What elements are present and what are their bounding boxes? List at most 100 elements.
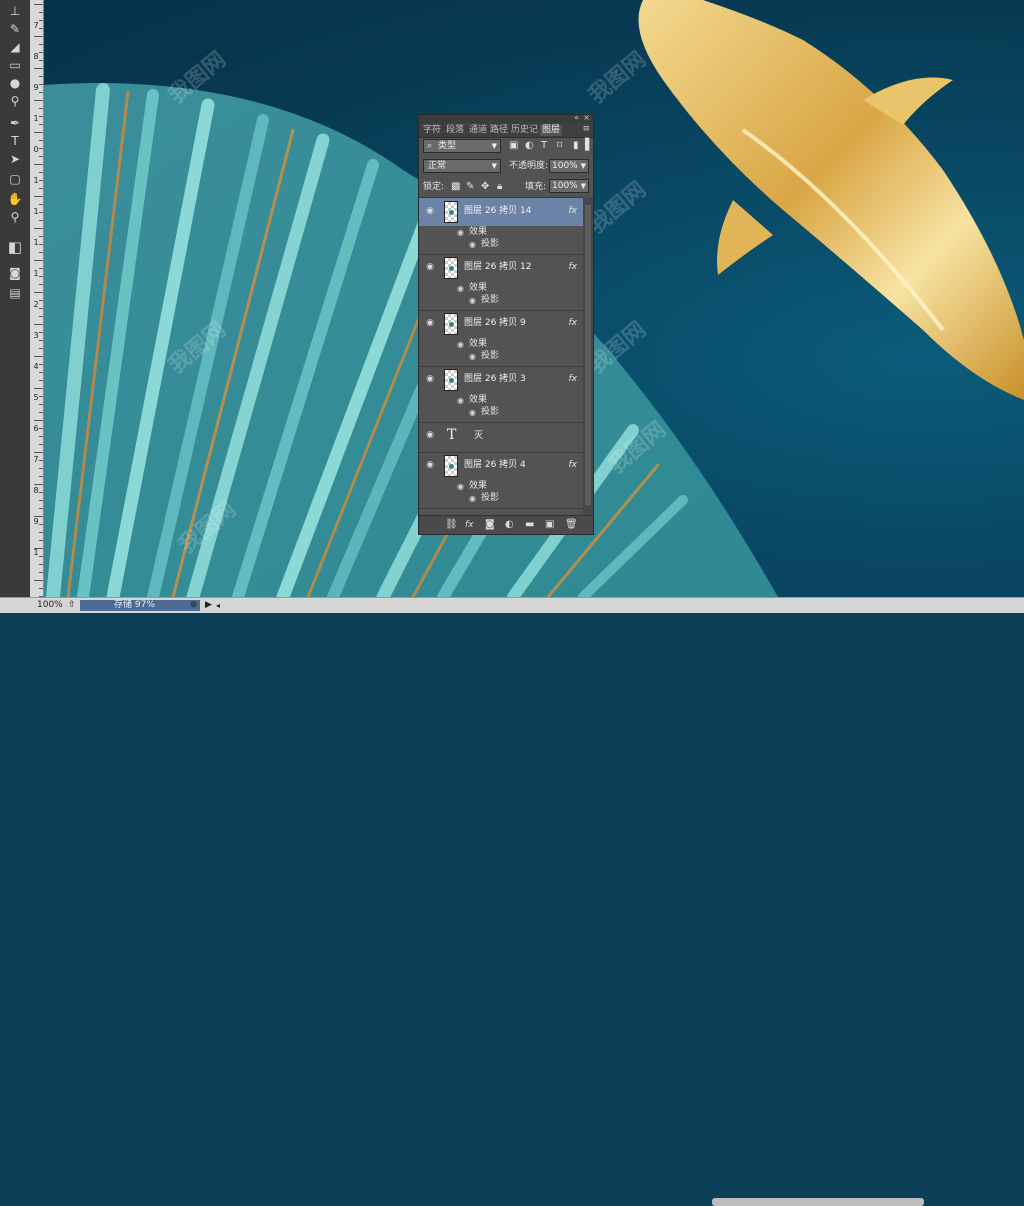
link-layers-icon[interactable]: ⛓ xyxy=(445,519,458,531)
layer-main[interactable]: ◉ 图层 26 拷贝 12 fx xyxy=(419,254,583,282)
fx-icon[interactable]: fx xyxy=(569,205,578,217)
effects-eye-icon[interactable]: ◉ xyxy=(457,227,464,238)
ruler-tick xyxy=(39,308,43,309)
panel-titlebar[interactable]: « × xyxy=(419,115,593,123)
layers-scrollbar[interactable] xyxy=(583,197,593,515)
fx-icon[interactable]: fx xyxy=(569,261,578,273)
zoom-level[interactable]: 100% xyxy=(37,598,63,613)
screen-mode-icon[interactable]: ▤ xyxy=(5,284,25,302)
zoom-tool-icon[interactable]: ⚲ xyxy=(5,208,25,226)
lock-transparent-icon[interactable]: ▩ xyxy=(451,181,460,193)
effect-eye-icon[interactable]: ◉ xyxy=(469,351,476,362)
tab-channels[interactable]: 通道 xyxy=(469,125,487,136)
ruler-tick xyxy=(39,436,43,437)
effect-eye-icon[interactable]: ◉ xyxy=(469,493,476,504)
tab-character[interactable]: 字符 xyxy=(423,125,441,136)
shape-tool-icon[interactable]: ▢ xyxy=(5,170,25,188)
delete-layer-icon[interactable]: 🗑︎ xyxy=(565,519,578,531)
ruler-tick xyxy=(39,156,43,157)
path-select-icon[interactable]: ➤ xyxy=(5,150,25,168)
type-tool-icon[interactable]: ⊥ xyxy=(5,2,25,20)
panel-menu-icon[interactable]: ≡ xyxy=(582,124,590,134)
filter-kind-select[interactable]: ⌕ 类型 ▼ xyxy=(423,139,501,153)
ruler-tick xyxy=(34,164,43,165)
fx-icon[interactable]: fx xyxy=(569,317,578,329)
ruler-tick xyxy=(34,292,43,293)
visibility-eye-icon[interactable]: ◉ xyxy=(424,262,436,272)
visibility-eye-icon[interactable]: ◉ xyxy=(424,460,436,470)
filter-smart-object-icon[interactable]: ▮ xyxy=(573,140,579,152)
new-layer-icon[interactable]: ▣ xyxy=(545,519,554,531)
visibility-eye-icon[interactable]: ◉ xyxy=(424,374,436,384)
filter-image-icon[interactable]: ▣ xyxy=(509,140,518,152)
effect-eye-icon[interactable]: ◉ xyxy=(469,239,476,250)
filter-adjustment-icon[interactable]: ◐ xyxy=(525,140,534,152)
pen-tool-icon[interactable]: ✒ xyxy=(5,114,25,132)
share-icon[interactable]: ⇧ xyxy=(68,598,76,613)
layer-main[interactable]: ◉ 图层 26 拷贝 14 fx xyxy=(419,198,583,226)
fx-icon[interactable]: fx xyxy=(569,373,578,385)
effect-eye-icon[interactable]: ◉ xyxy=(469,407,476,418)
color-swatches[interactable]: ◧ xyxy=(5,238,25,256)
layer-row[interactable]: ◉ 图层 26 拷贝 4 fx ◉ 效果 ◉ 投影 xyxy=(419,452,583,509)
text-layer-row[interactable]: ◉ T 灭 xyxy=(419,422,583,453)
effect-drop-shadow[interactable]: 投影 xyxy=(481,295,499,306)
chevron-down-icon: ▼ xyxy=(581,160,586,172)
close-icon[interactable]: ⊗ xyxy=(190,598,198,613)
eraser-icon[interactable]: ◢ xyxy=(5,38,25,56)
layer-row[interactable]: ◉ 图层 26 拷贝 3 fx ◉ 效果 ◉ 投影 xyxy=(419,366,583,423)
scroll-left-icon[interactable]: ◂ xyxy=(216,598,220,613)
dodge-icon[interactable]: ⚲ xyxy=(5,92,25,110)
layer-row[interactable]: ◉ 图层 26 拷贝 9 fx ◉ 效果 ◉ 投影 xyxy=(419,310,583,367)
close-icon[interactable]: × xyxy=(583,113,590,122)
layer-main[interactable]: ◉ 图层 26 拷贝 4 fx xyxy=(419,452,583,480)
effects-eye-icon[interactable]: ◉ xyxy=(457,481,464,492)
effects-eye-icon[interactable]: ◉ xyxy=(457,283,464,294)
ruler-tick xyxy=(39,116,43,117)
hand-tool-icon[interactable]: ✋ xyxy=(5,190,25,208)
lock-position-icon[interactable]: ✥ xyxy=(481,181,489,193)
filter-shape-icon[interactable]: ⌑ xyxy=(557,140,562,152)
layer-main[interactable]: ◉ 图层 26 拷贝 9 fx xyxy=(419,310,583,338)
tab-paragraph[interactable]: 段落 xyxy=(446,125,464,136)
effect-drop-shadow[interactable]: 投影 xyxy=(481,351,499,362)
quick-mask-icon[interactable]: ◙ xyxy=(5,264,25,282)
visibility-eye-icon[interactable]: ◉ xyxy=(424,206,436,216)
collapse-icon[interactable]: « xyxy=(574,113,579,122)
lock-pixels-icon[interactable]: ✎ xyxy=(466,181,474,193)
visibility-eye-icon[interactable]: ◉ xyxy=(424,318,436,328)
effect-drop-shadow[interactable]: 投影 xyxy=(481,239,499,250)
effect-drop-shadow[interactable]: 投影 xyxy=(481,493,499,504)
play-icon[interactable]: ▶ xyxy=(205,598,212,613)
rectangle-tool-icon[interactable]: ▭ xyxy=(5,56,25,74)
blend-mode-select[interactable]: 正常 ▼ xyxy=(423,159,501,173)
new-group-icon[interactable]: ▬ xyxy=(525,519,534,531)
effects-eye-icon[interactable]: ◉ xyxy=(457,339,464,350)
adjustment-layer-icon[interactable]: ◐ xyxy=(505,519,514,531)
visibility-eye-icon[interactable]: ◉ xyxy=(424,430,436,440)
document-info[interactable]: 存储 97% xyxy=(80,600,200,611)
opacity-input[interactable]: 100% ▼ xyxy=(549,159,589,173)
effects-eye-icon[interactable]: ◉ xyxy=(457,395,464,406)
fx-icon[interactable]: fx xyxy=(569,459,578,471)
tab-layers[interactable]: 图层 xyxy=(540,125,562,136)
fill-input[interactable]: 100% ▼ xyxy=(549,179,589,193)
add-mask-icon[interactable]: ◙ xyxy=(485,519,495,531)
layer-main[interactable]: ◉ 图层 26 拷贝 3 fx xyxy=(419,366,583,394)
text-tool-icon[interactable]: T xyxy=(5,132,25,150)
effect-drop-shadow[interactable]: 投影 xyxy=(481,407,499,418)
fx-icon[interactable]: fx xyxy=(465,519,474,531)
horizontal-scrollbar-thumb[interactable] xyxy=(712,1198,924,1206)
layer-row[interactable]: ◉ 图层 26 拷贝 12 fx ◉ 效果 ◉ 投影 xyxy=(419,254,583,311)
tab-paths[interactable]: 路径 xyxy=(490,125,508,136)
blur-icon[interactable]: ● xyxy=(5,74,25,92)
effect-eye-icon[interactable]: ◉ xyxy=(469,295,476,306)
filter-type-icon[interactable]: T xyxy=(541,140,547,152)
panel-tabs: 字符 段落 通道 路径 历史记 图层 ≡ xyxy=(419,123,593,138)
brush-tool-icon[interactable]: ✎ xyxy=(5,20,25,38)
effects-label: 效果 xyxy=(469,283,487,294)
filter-toggle[interactable]: ▌ xyxy=(585,139,593,151)
lock-all-icon[interactable]: 🔒︎ xyxy=(497,181,502,193)
layer-row[interactable]: ◉ 图层 26 拷贝 14 fx ◉ 效果 ◉ 投影 xyxy=(419,198,583,255)
tab-history[interactable]: 历史记 xyxy=(511,125,538,136)
